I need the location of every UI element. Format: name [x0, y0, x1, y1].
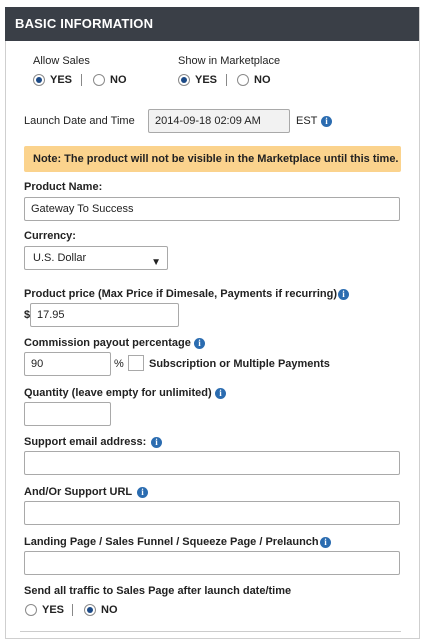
section-title: BASIC INFORMATION	[15, 16, 154, 31]
send-traffic-yes-radio[interactable]	[25, 604, 37, 616]
quantity-input[interactable]	[24, 402, 111, 426]
info-icon[interactable]: i	[338, 289, 349, 300]
show-marketplace-no-radio[interactable]	[237, 74, 249, 86]
subscription-checkbox[interactable]	[128, 355, 144, 371]
timezone-label: EST	[296, 115, 318, 127]
send-traffic-no-label[interactable]: NO	[101, 604, 118, 616]
support-url-input[interactable]	[24, 501, 400, 525]
launch-date-label: Launch Date and Time	[24, 115, 135, 127]
support-url-label: And/Or Support URL	[24, 486, 133, 498]
send-traffic-yes-label[interactable]: YES	[42, 604, 64, 616]
price-input[interactable]: 17.95	[30, 303, 179, 327]
commission-input[interactable]: 90	[24, 352, 111, 376]
support-email-label: Support email address:	[24, 436, 147, 448]
show-marketplace-label: Show in Marketplace	[178, 55, 281, 67]
info-icon[interactable]: i	[321, 116, 332, 127]
info-icon[interactable]: i	[194, 338, 205, 349]
allow-sales-yes-label[interactable]: YES	[50, 74, 72, 86]
visibility-note-text: Note: The product will not be visible in…	[33, 153, 399, 165]
allow-sales-yes-radio[interactable]	[33, 74, 45, 86]
show-marketplace-yes-radio[interactable]	[178, 74, 190, 86]
visibility-note: Note: The product will not be visible in…	[24, 146, 401, 172]
launch-date-input[interactable]: 2014-09-18 02:09 AM	[148, 109, 290, 133]
currency-select[interactable]: U.S. Dollar ▼	[24, 246, 168, 270]
send-traffic-no-radio[interactable]	[84, 604, 96, 616]
landing-page-input[interactable]	[24, 551, 400, 575]
allow-sales-no-radio[interactable]	[93, 74, 105, 86]
section-header: BASIC INFORMATION	[5, 7, 419, 41]
currency-selected-value: U.S. Dollar	[33, 252, 87, 264]
show-marketplace-yes-label[interactable]: YES	[195, 74, 217, 86]
quantity-label: Quantity (leave empty for unlimited)	[24, 387, 212, 399]
percent-symbol: %	[114, 358, 124, 370]
allow-sales-no-label[interactable]: NO	[110, 74, 127, 86]
info-icon[interactable]: i	[151, 437, 162, 448]
caret-down-icon: ▼	[151, 257, 161, 268]
price-label: Product price (Max Price if Dimesale, Pa…	[24, 288, 337, 300]
show-marketplace-no-label[interactable]: NO	[254, 74, 271, 86]
subscription-checkbox-label[interactable]: Subscription or Multiple Payments	[149, 358, 330, 370]
send-traffic-label: Send all traffic to Sales Page after lau…	[24, 585, 292, 597]
bottom-divider	[20, 631, 401, 632]
product-name-input[interactable]: Gateway To Success	[24, 197, 400, 221]
allow-sales-label: Allow Sales	[33, 55, 90, 67]
support-email-input[interactable]	[24, 451, 400, 475]
radio-separator	[72, 604, 73, 616]
radio-separator	[226, 74, 227, 86]
info-icon[interactable]: i	[320, 537, 331, 548]
commission-label: Commission payout percentage	[24, 337, 191, 349]
info-icon[interactable]: i	[215, 388, 226, 399]
landing-page-label: Landing Page / Sales Funnel / Squeeze Pa…	[24, 536, 319, 548]
radio-separator	[81, 74, 82, 86]
product-name-label: Product Name:	[24, 181, 103, 193]
info-icon[interactable]: i	[137, 487, 148, 498]
currency-label: Currency:	[24, 230, 76, 242]
